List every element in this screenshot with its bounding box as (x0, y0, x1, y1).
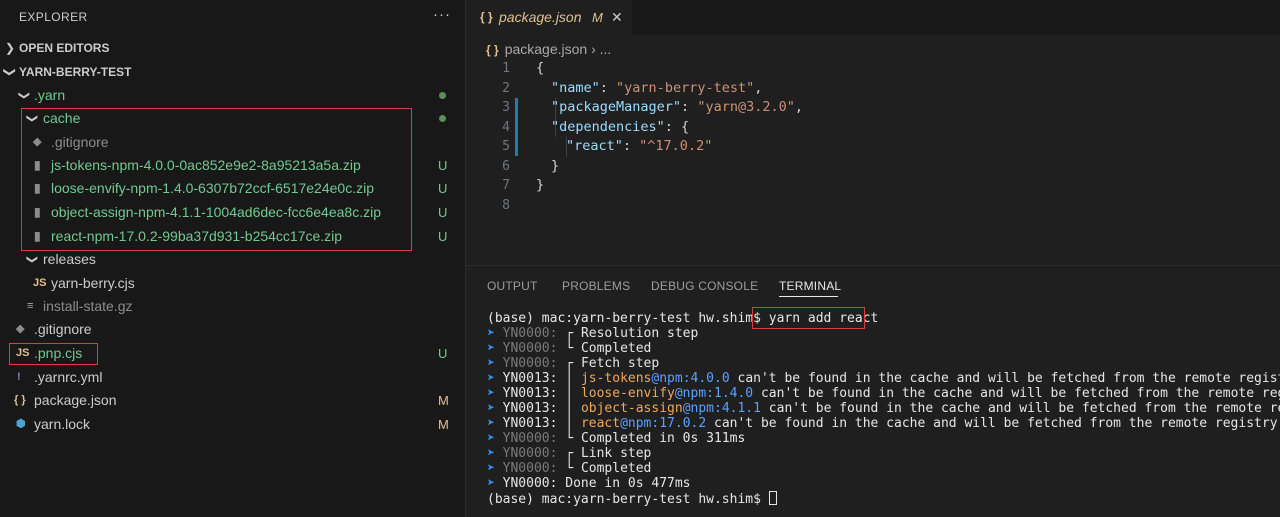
editor-tab-bar: { } package.json M ✕ (466, 0, 1280, 35)
code-line: "react": "^17.0.2" (566, 138, 713, 154)
modified-lines-gutter (515, 98, 518, 156)
git-status-badge: U (438, 229, 448, 244)
line-number: 8 (502, 197, 510, 213)
terminal-line: ➤ YN0000: Done in 0s 477ms (487, 476, 691, 491)
tree-item-label: yarn.lock (34, 416, 91, 432)
open-editors-label: OPEN EDITORS (19, 41, 110, 55)
tree-item[interactable]: ! .yarnrc.yml (0, 366, 465, 389)
git-status-badge: M (438, 417, 449, 432)
code-line: "dependencies": { (551, 118, 690, 135)
tree-item-label: releases (43, 251, 96, 267)
braces-icon: { } (480, 10, 493, 24)
chevron-down: ❯ (26, 254, 39, 265)
code-line: } (536, 177, 545, 193)
braces-icon: { } (14, 394, 26, 406)
git-status-badge: U (438, 158, 448, 173)
terminal-line: ➤ YN0000: ┌ Fetch step (487, 356, 660, 371)
tab-problems[interactable]: PROBLEMS (562, 279, 630, 293)
lines-icon: ≡ (27, 300, 34, 312)
tree-item[interactable]: JS yarn-berry.cjs (0, 272, 465, 295)
js-icon: JS (33, 277, 47, 289)
code-line: "packageManager": "yarn@3.2.0", (551, 99, 803, 115)
chevron-down-icon: ❯ (3, 66, 18, 78)
explorer-sidebar: EXPLORER ··· ❯ OPEN EDITORS ❯ YARN-BERRY… (0, 0, 465, 517)
tree-item-label: package.json (34, 392, 117, 408)
code-line: } (551, 157, 560, 174)
terminal-line: ➤ YN0013: │ loose-envify@npm:1.4.0 can't… (487, 386, 1280, 401)
tab-package-json[interactable]: { } package.json M ✕ (466, 0, 632, 35)
breadcrumb-rest[interactable]: › ... (591, 41, 611, 57)
cache-highlight-box (21, 108, 412, 251)
terminal-line: ➤ YN0000: └ Completed (487, 341, 652, 356)
tab-label: package.json (499, 9, 582, 25)
more-actions-icon[interactable]: ··· (433, 6, 451, 23)
code-line: "name": "yarn-berry-test", (551, 79, 763, 96)
explorer-title: EXPLORER (19, 10, 88, 24)
tree-item[interactable]: ◆ .gitignore (0, 318, 465, 341)
bottom-panel: OUTPUT PROBLEMS DEBUG CONSOLE TERMINAL (… (466, 265, 1280, 517)
tree-item[interactable]: ≡ install-state.gz (0, 295, 465, 318)
tree-item[interactable]: ❯ releases (0, 248, 465, 271)
tab-debug-console[interactable]: DEBUG CONSOLE (651, 279, 758, 293)
tree-item-label: yarn-berry.cjs (51, 275, 135, 291)
git-status-badge: M (438, 393, 449, 408)
braces-icon: { } (486, 43, 499, 57)
terminal-line: ➤ YN0013: │ js-tokens@npm:4.0.0 can't be… (487, 371, 1280, 386)
close-icon[interactable]: ✕ (611, 0, 623, 35)
line-number: 6 (502, 158, 510, 174)
terminal-line: ➤ YN0013: │ react@npm:17.0.2 can't be fo… (487, 416, 1278, 431)
tab-terminal[interactable]: TERMINAL (779, 279, 841, 293)
line-number: 4 (502, 119, 510, 135)
terminal-line: ➤ YN0013: │ object-assign@npm:4.1.1 can'… (487, 401, 1280, 416)
tab-output[interactable]: OUTPUT (487, 279, 538, 293)
tree-item-label: .yarn (34, 87, 66, 103)
git-status-badge: U (438, 181, 448, 196)
yarn-icon: ⬢ (16, 418, 26, 430)
gitignore-icon: ◆ (16, 323, 25, 335)
active-tab-underline (779, 296, 838, 297)
terminal-line: ➤ YN0000: └ Completed (487, 461, 652, 476)
terminal-line: ➤ YN0000: └ Completed in 0s 311ms (487, 431, 746, 446)
terminal-line: ➤ YN0000: ┌ Resolution step (487, 326, 699, 341)
terminal-cursor (768, 491, 777, 505)
line-number: 3 (502, 100, 510, 115)
pnp-highlight-box (9, 343, 98, 365)
line-number: 1 (502, 61, 510, 76)
terminal-output[interactable]: (base) mac:yarn-berry-test hw.shim$ yarn… (487, 311, 1280, 507)
tree-item[interactable]: { } package.json M (0, 389, 465, 412)
line-number: 7 (502, 178, 510, 193)
chevron-right-icon: ❯ (5, 41, 16, 55)
git-status-badge: U (438, 205, 448, 220)
editor-area: { } package.json M ✕ { } package.json › .… (466, 0, 1280, 265)
terminal-line: ➤ YN0000: ┌ Link step (487, 446, 652, 461)
project-label: YARN-BERRY-TEST (19, 65, 132, 79)
tree-item-label: .gitignore (34, 321, 92, 337)
terminal-prompt-line: (base) mac:yarn-berry-test hw.shim$ (487, 491, 1280, 507)
tree-item-label: .yarnrc.yml (34, 369, 103, 385)
tree-item-label: install-state.gz (43, 298, 133, 314)
chevron-down: ❯ (18, 90, 31, 101)
modified-dot (439, 115, 446, 122)
modified-dot (439, 92, 446, 99)
line-number: 2 (502, 80, 510, 96)
breadcrumb[interactable]: { } package.json › ... (486, 40, 611, 58)
exclamation-icon: ! (17, 371, 21, 383)
project-section[interactable]: ❯ YARN-BERRY-TEST (0, 61, 465, 83)
open-editors-section[interactable]: ❯ OPEN EDITORS (0, 37, 465, 59)
command-highlight-box (752, 307, 865, 329)
line-number: 5 (502, 139, 510, 154)
git-status-badge: U (438, 346, 448, 361)
code-line: { (536, 60, 545, 76)
breadcrumb-file[interactable]: package.json (505, 41, 588, 57)
terminal-prompt-line: (base) mac:yarn-berry-test hw.shim$ yarn… (487, 311, 879, 326)
tree-item[interactable]: ⬢ yarn.lock M (0, 413, 465, 436)
tree-item[interactable]: ❯ .yarn (0, 84, 465, 107)
tab-modified-badge: M (592, 10, 603, 25)
